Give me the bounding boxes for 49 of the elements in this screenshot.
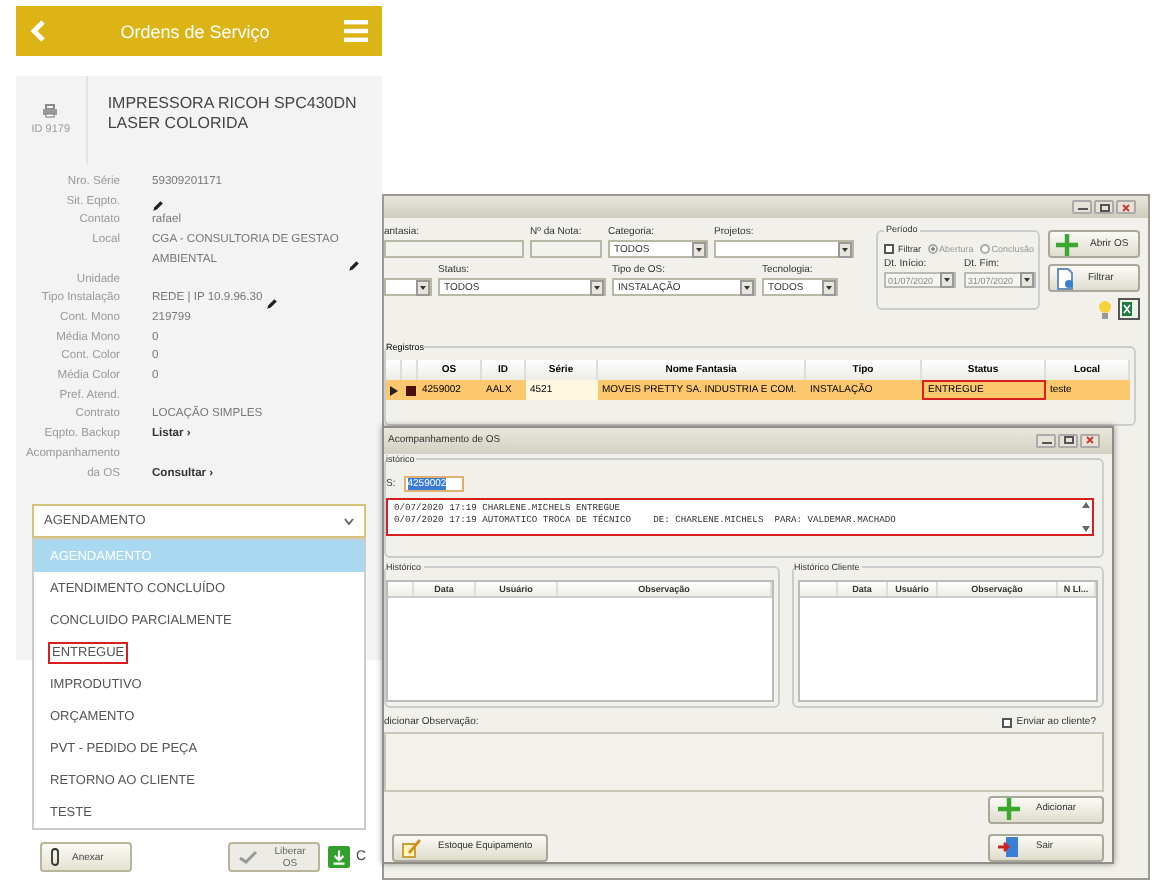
close-button[interactable] <box>1080 433 1100 448</box>
minimize-button[interactable] <box>1036 433 1056 448</box>
row-pointer-icon <box>390 385 398 395</box>
dropdown[interactable] <box>714 240 854 258</box>
maximize-button[interactable] <box>1094 200 1114 214</box>
checkbox[interactable] <box>884 244 894 254</box>
minimize-button[interactable] <box>1072 200 1092 214</box>
dropdown-arrow-icon <box>692 241 706 257</box>
dropdown[interactable] <box>384 278 432 296</box>
close-button[interactable] <box>1116 200 1136 214</box>
text-field[interactable] <box>530 240 602 258</box>
plus-icon <box>998 798 1020 821</box>
checkbox[interactable] <box>1002 717 1013 728</box>
square-icon <box>405 385 415 395</box>
close-icon <box>1086 436 1094 445</box>
download-icon <box>328 846 350 868</box>
pencil-icon[interactable] <box>152 200 164 213</box>
header-title: Ordens de Serviço <box>120 21 270 41</box>
dropdown-arrow-icon <box>940 272 954 288</box>
maximize-icon <box>1099 203 1109 211</box>
printer-icon <box>42 104 59 118</box>
scroll-down-icon[interactable] <box>1082 525 1090 532</box>
radio-button[interactable] <box>979 244 990 254</box>
dropdown-arrow-icon <box>740 279 754 295</box>
check-icon <box>238 850 258 864</box>
observation-field[interactable] <box>384 732 1104 792</box>
scroll-up-icon[interactable] <box>1082 501 1090 508</box>
door-exit-icon <box>998 836 1020 859</box>
close-icon <box>1122 203 1130 211</box>
maximize-button[interactable] <box>1058 433 1078 448</box>
minimize-icon <box>1077 204 1087 210</box>
dropdown-arrow-icon <box>416 279 430 295</box>
spreadsheet-icon[interactable] <box>1118 298 1140 320</box>
equipment-name: IMPRESSORA RICOH SPC430DN LASER COLORIDA <box>105 92 359 136</box>
dropdown-arrow-icon <box>822 279 836 295</box>
pencil-note-icon <box>402 837 422 858</box>
pencil-icon[interactable] <box>348 259 360 272</box>
pencil-icon[interactable] <box>266 297 279 310</box>
paperclip-icon <box>50 848 60 866</box>
dropdown-arrow-icon <box>590 279 604 295</box>
radio-button[interactable] <box>927 244 937 254</box>
document-icon <box>1056 267 1076 289</box>
maximize-icon <box>1063 436 1073 445</box>
dropdown-arrow-icon <box>838 241 852 257</box>
plus-icon <box>1056 233 1078 255</box>
text-field[interactable] <box>384 240 524 258</box>
dropdown-arrow-icon <box>1020 272 1034 288</box>
minimize-icon <box>1041 437 1051 444</box>
caret-icon <box>344 517 354 526</box>
